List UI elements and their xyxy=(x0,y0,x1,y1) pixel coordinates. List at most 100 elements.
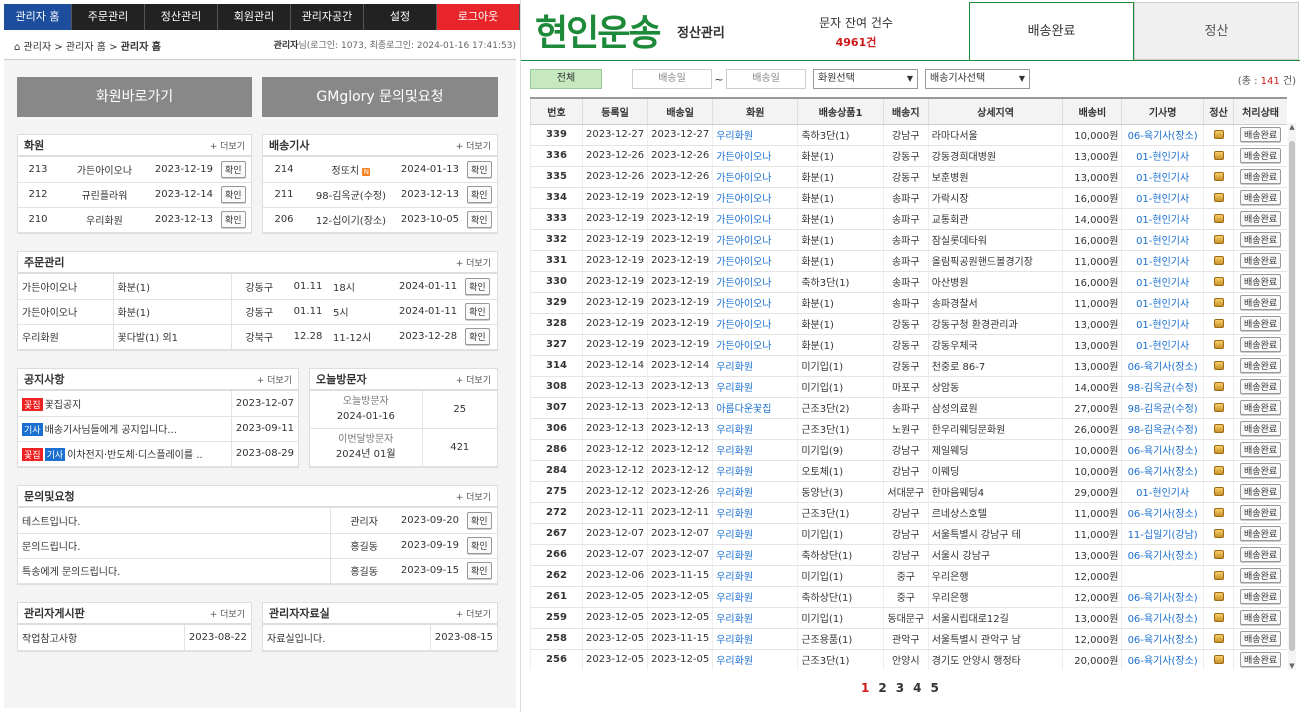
more-link[interactable]: + 더보기 xyxy=(456,607,491,620)
table-row[interactable]: 256 2023-12-05 2023-12-05 우리화원 근조3단(1) 안양시 경기도… xyxy=(530,649,1287,670)
shop-name[interactable]: 우리화원 xyxy=(716,551,753,562)
shop-name[interactable]: 가든아이오나 xyxy=(716,152,771,163)
coin-icon[interactable] xyxy=(1213,633,1224,643)
column-header[interactable]: 기사명 xyxy=(1121,97,1204,125)
shop-name[interactable]: 우리화원 xyxy=(716,656,753,667)
coin-icon[interactable] xyxy=(1213,507,1224,517)
member-shortcut-button[interactable]: 화원바로가기 xyxy=(17,77,252,117)
shop-name[interactable]: 가든아이오나 xyxy=(716,173,771,184)
column-header[interactable]: 상세지역 xyxy=(927,97,1063,125)
table-row[interactable]: 기사 배송기사님들에게 공지입니다... 2023-09-11 xyxy=(18,416,298,442)
driver-name[interactable]: 01-현인기사 xyxy=(1136,320,1189,331)
driver-name[interactable]: 01-현인기사 xyxy=(1136,257,1189,268)
table-row[interactable]: 328 2023-12-19 2023-12-19 가든아이오나 화분(1) 강동구 강동구… xyxy=(530,313,1287,335)
nav-settlement[interactable]: 정산관리 xyxy=(145,4,218,30)
scroll-up-icon[interactable]: ▲ xyxy=(1288,123,1296,131)
status-button[interactable]: 배송완료 xyxy=(1240,169,1282,184)
driver-name[interactable]: 정또치 xyxy=(332,166,360,177)
notice-title[interactable]: 배송기사님들에게 공지입니다... xyxy=(45,425,177,436)
table-row[interactable]: 334 2023-12-19 2023-12-19 가든아이오나 화분(1) 송파구 가락시… xyxy=(530,187,1287,209)
shop-name[interactable]: 우리화원 xyxy=(716,467,753,478)
driver-name[interactable]: 06-육기사(장소) xyxy=(1128,131,1198,142)
table-row[interactable]: 267 2023-12-07 2023-12-07 우리화원 미기입(1) 강남구 서울특별… xyxy=(530,523,1287,545)
table-row[interactable]: 286 2023-12-12 2023-12-12 우리화원 미기입(9) 강남구 제일웨딩… xyxy=(530,439,1287,461)
coin-icon[interactable] xyxy=(1213,654,1224,664)
table-row[interactable]: 259 2023-12-05 2023-12-05 우리화원 미기입(1) 동대문구 서울시… xyxy=(530,607,1287,629)
shop-name[interactable]: 가든아이오나 xyxy=(716,236,771,247)
confirm-button[interactable]: 확인 xyxy=(467,211,492,228)
coin-icon[interactable] xyxy=(1213,318,1224,328)
table-row[interactable]: 284 2023-12-12 2023-12-12 우리화원 오토체(1) 강남구 이웨딩 1… xyxy=(530,460,1287,482)
confirm-button[interactable]: 확인 xyxy=(221,211,246,228)
status-button[interactable]: 배송완료 xyxy=(1240,337,1282,352)
driver-name[interactable]: 98-김옥균(수정) xyxy=(1128,383,1198,394)
status-button[interactable]: 배송완료 xyxy=(1240,148,1282,163)
status-button[interactable]: 배송완료 xyxy=(1240,589,1282,604)
status-button[interactable]: 배송완료 xyxy=(1240,295,1282,310)
shop-name[interactable]: 우리화원 xyxy=(716,635,753,646)
notice-title[interactable]: 이차전지·반도체·디스플레이를 .. xyxy=(67,450,203,461)
shop-name[interactable]: 우리화원 xyxy=(716,509,753,520)
status-button[interactable]: 배송완료 xyxy=(1240,484,1282,499)
driver-name[interactable]: 06-육기사(장소) xyxy=(1128,467,1198,478)
shop-name[interactable]: 우리화원 xyxy=(716,614,753,625)
nav-logout[interactable]: 로그아웃 xyxy=(437,4,520,30)
driver-name[interactable]: 06-육기사(장소) xyxy=(1128,656,1198,667)
order-shop[interactable]: 가든아이오나 xyxy=(18,274,113,300)
status-button[interactable]: 배송완료 xyxy=(1240,463,1282,478)
shop-name[interactable]: 가든아이오나 xyxy=(716,299,771,310)
more-link[interactable]: + 더보기 xyxy=(210,607,245,620)
breadcrumb-item[interactable]: 관리자 홈 xyxy=(66,42,106,53)
table-row[interactable]: 307 2023-12-13 2023-12-13 아름다운꽃집 근조3단(2) 송파구 삼… xyxy=(530,397,1287,419)
tab-delivery-complete[interactable]: 배송완료 xyxy=(969,2,1134,60)
coin-icon[interactable] xyxy=(1213,486,1224,496)
status-button[interactable]: 배송완료 xyxy=(1240,568,1282,583)
shop-name[interactable]: 가든아이오나 xyxy=(716,194,771,205)
column-header[interactable]: 등록일 xyxy=(581,97,648,125)
order-shop[interactable]: 우리화원 xyxy=(18,324,113,350)
page-link[interactable]: 2 xyxy=(878,681,886,695)
column-header[interactable]: 배송일 xyxy=(647,97,713,125)
shop-name[interactable]: 아름다운꽃집 xyxy=(716,404,771,415)
confirm-button[interactable]: 확인 xyxy=(467,537,492,554)
scrollbar-thumb[interactable] xyxy=(1289,141,1295,651)
shop-name[interactable]: 가든아이오나 xyxy=(716,278,771,289)
breadcrumb-item[interactable]: 관리자 xyxy=(24,42,52,53)
coin-icon[interactable] xyxy=(1213,465,1224,475)
shop-name[interactable]: 가든아이오나 xyxy=(716,215,771,226)
driver-name[interactable]: 06-육기사(장소) xyxy=(1128,446,1198,457)
driver-name[interactable]: 01-현인기사 xyxy=(1136,236,1189,247)
member-select[interactable]: 화원선택 ▼ xyxy=(813,69,918,89)
shop-name[interactable]: 가든아이오나 xyxy=(716,341,771,352)
driver-name[interactable]: 01-현인기사 xyxy=(1136,215,1189,226)
confirm-button[interactable]: 확인 xyxy=(467,160,492,178)
table-row[interactable]: 329 2023-12-19 2023-12-19 가든아이오나 화분(1) 송파구 송파경… xyxy=(530,292,1287,314)
coin-icon[interactable] xyxy=(1213,339,1224,349)
status-button[interactable]: 배송완료 xyxy=(1240,652,1282,667)
nav-settings[interactable]: 설정 xyxy=(364,4,437,30)
coin-icon[interactable] xyxy=(1213,612,1224,622)
shop-name[interactable]: 우리화원 xyxy=(716,530,753,541)
table-row[interactable]: 306 2023-12-13 2023-12-13 우리화원 근조3단(1) 노원구 한우리… xyxy=(530,418,1287,440)
status-button[interactable]: 배송완료 xyxy=(1240,190,1282,205)
shop-name[interactable]: 가든아이오나 xyxy=(716,257,771,268)
data-title[interactable]: 자료실입니다. xyxy=(263,625,431,651)
scrollbar[interactable]: ▲ ▼ xyxy=(1288,123,1296,670)
shop-name[interactable]: 우리화원 xyxy=(716,131,753,142)
more-link[interactable]: + 더보기 xyxy=(456,490,491,503)
table-row[interactable]: 335 2023-12-26 2023-12-26 가든아이오나 화분(1) 강동구 보훈병… xyxy=(530,166,1287,188)
driver-name[interactable]: 98-김옥균(수정) xyxy=(1128,404,1198,415)
column-header[interactable]: 배송지 xyxy=(882,97,929,125)
more-link[interactable]: + 더보기 xyxy=(456,139,491,152)
column-header[interactable]: 정산 xyxy=(1202,97,1234,125)
driver-name[interactable]: 98-김옥균(수정) xyxy=(1128,425,1198,436)
table-row[interactable]: 275 2023-12-12 2023-12-26 우리화원 동양난(3) 서대문구 한마음… xyxy=(530,481,1287,503)
shop-name[interactable]: 우리화원 xyxy=(716,446,753,457)
column-header[interactable]: 처리상태 xyxy=(1233,97,1287,125)
coin-icon[interactable] xyxy=(1213,591,1224,601)
shop-name[interactable]: 우리화원 xyxy=(716,488,753,499)
status-button[interactable]: 배송완료 xyxy=(1240,274,1282,289)
shop-name[interactable]: 우리화원 xyxy=(716,383,753,394)
status-button[interactable]: 배송완료 xyxy=(1240,442,1282,457)
page-link[interactable]: 3 xyxy=(896,681,904,695)
